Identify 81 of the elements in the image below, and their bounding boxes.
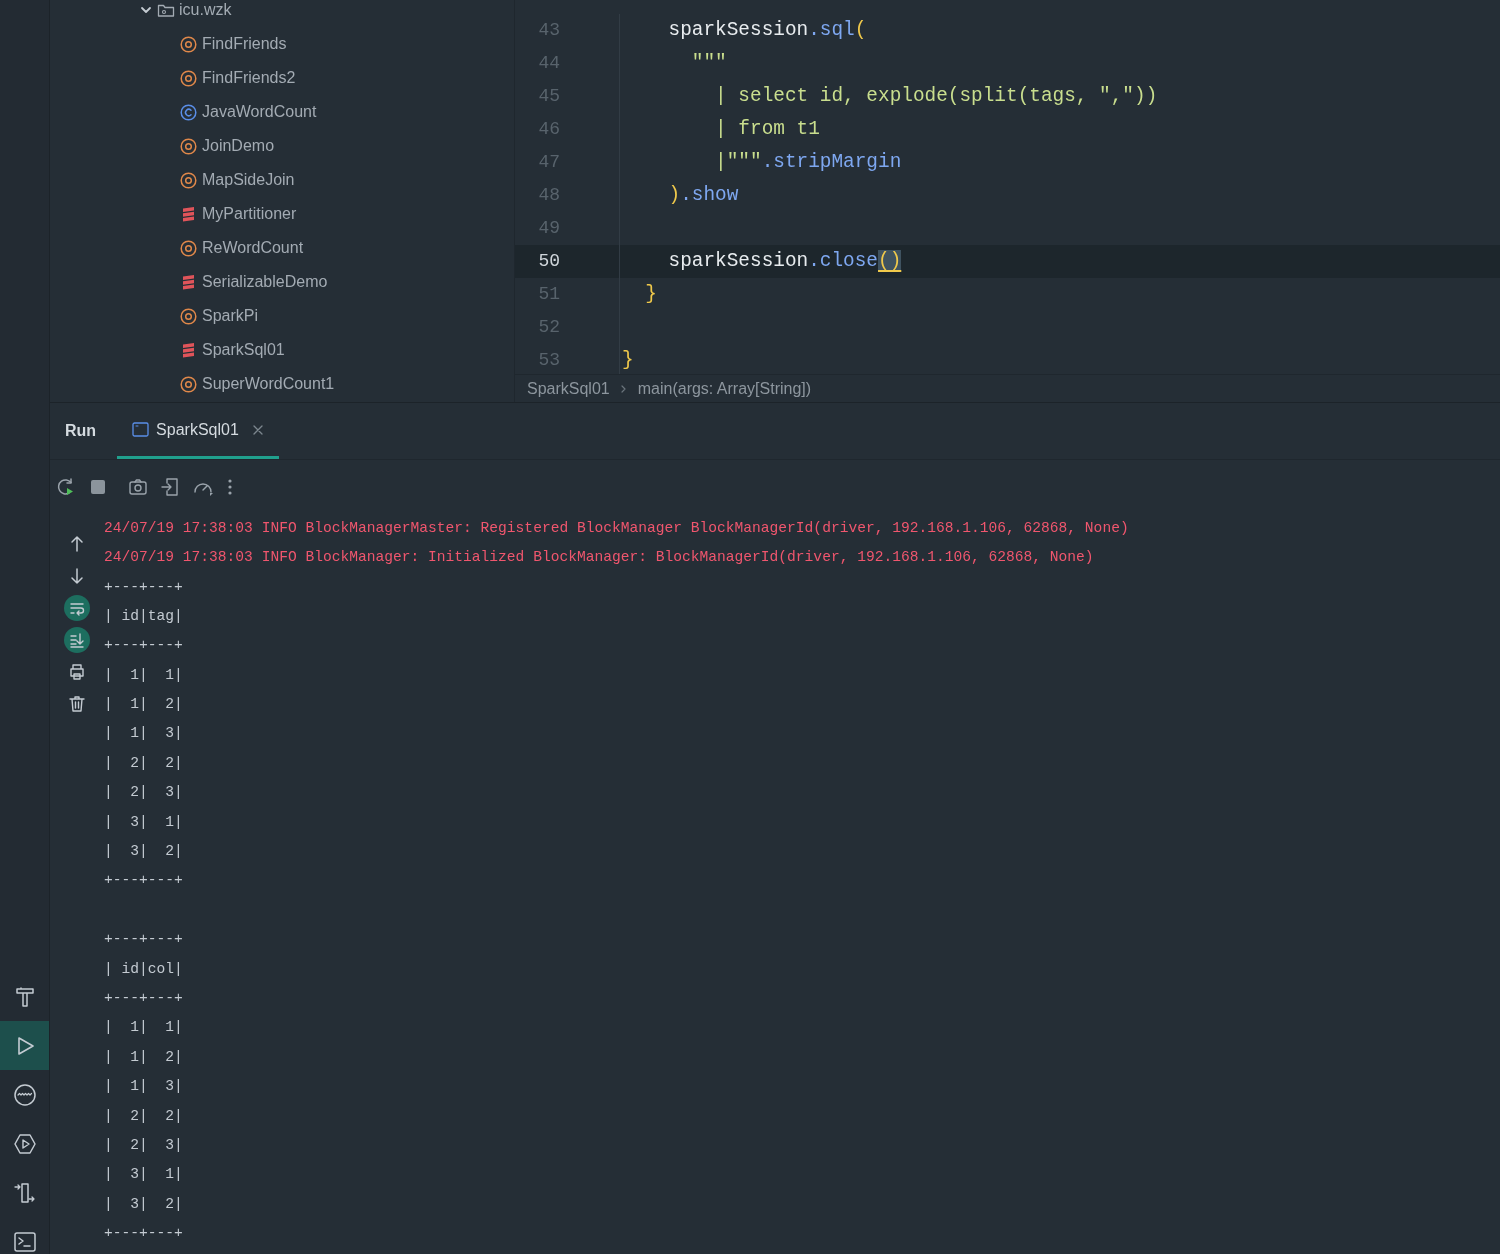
output-line: | 1| 3| [104,1077,183,1097]
object-icon [180,307,197,325]
code-line: |""".stripMargin [714,149,902,175]
output-line: | id|tag| [104,606,183,626]
printer-icon [67,662,87,682]
output-line: | 2| 2| [104,753,183,773]
camera-icon [128,477,148,497]
output-line: | 1| 1| [104,665,183,685]
rerun-icon [56,477,76,497]
trash-icon [67,694,87,714]
wave-circle-icon [12,1082,37,1107]
class-icon [180,103,197,121]
code-line: sparkSession.close() [667,248,902,274]
tree-item[interactable]: FindFriends [50,27,514,61]
panel-title: Run [64,421,98,441]
output-line: | 2| 3| [104,783,183,803]
line-number: 50 [537,250,560,273]
stop-icon [88,477,108,497]
code-line: ).show [667,182,739,208]
tree-item[interactable]: MyPartitioner [50,197,514,231]
object-icon [180,137,197,155]
code-line: } [644,281,657,307]
output-line: | 1| 2| [104,695,183,715]
output-line: | 3| 2| [104,1194,183,1214]
output-line: +---+---+ [104,871,183,891]
code-line: sparkSession.sql( [667,17,867,43]
object-icon [180,171,197,189]
tree-item[interactable]: SparkSql01 [50,333,514,367]
more-icon [226,477,234,497]
log-line: 24/07/19 17:38:03 INFO BlockManagerMaster: Registered BlockManager BlockManagerId(driver, 192.168.1.106, 62868, None) [104,518,1129,538]
code-line: } [622,347,634,373]
scala-file-icon [180,341,197,359]
chevron-right-icon [619,383,628,394]
terminal-icon [12,1229,37,1254]
output-line: +---+---+ [104,577,183,597]
output-line: | 2| 2| [104,1106,183,1126]
output-line: | 1| 2| [104,1047,183,1067]
soft-wrap-button[interactable] [64,595,90,621]
tree-item[interactable]: SerializableDemo [50,265,514,299]
close-icon [251,423,264,436]
object-icon [180,69,197,87]
tree-item[interactable]: JoinDemo [50,129,514,163]
scroll-to-end-button[interactable] [64,627,90,653]
output-line: +---+---+ [104,1224,183,1244]
output-line: +---+---+ [104,636,183,656]
object-icon [180,239,197,257]
push-arrows-icon [12,1180,37,1205]
scala-file-icon [180,205,197,223]
output-line: | 3| 1| [104,1165,183,1185]
output-line: +---+---+ [104,930,183,950]
output-line: +---+---+ [104,989,183,1008]
scroll-to-end-icon [67,630,87,650]
output-line: | 2| 3| [104,1135,183,1155]
hexagon-play-icon [12,1131,37,1156]
output-line: | 1| 1| [104,1018,183,1038]
breadcrumb-item[interactable]: SparkSql01 [527,376,610,401]
object-icon [180,375,197,393]
log-line: 24/07/19 17:38:03 INFO BlockManager: Initialized BlockManager: BlockManagerId(driver, 192.168.1.106, 62868, None) [104,548,1094,568]
tree-item[interactable]: SparkPi [50,299,514,333]
folder-label: icu.wzk [179,0,232,20]
output-line: | id|col| [104,959,183,979]
tree-item[interactable]: FindFriends2 [50,61,514,95]
code-line: | from t1 [714,116,820,142]
tree-item[interactable]: ReWordCount [50,231,514,265]
tree-item[interactable]: JavaWordCount [50,95,514,129]
code-line: """ [690,50,727,76]
breadcrumb-item[interactable]: main(args: Array[String]) [637,376,812,401]
exit-icon [160,477,180,497]
run-tab[interactable]: SparkSql01 [117,403,279,459]
output-line: | 3| 2| [104,842,183,862]
console-icon [132,422,150,437]
run-tool-button[interactable] [0,1021,49,1070]
scala-file-icon [180,273,197,291]
code-line: | select id, explode(split(tags, ",")) [714,83,1158,109]
folder-icon [157,2,175,18]
output-line: | 1| 3| [104,724,183,744]
object-icon [180,35,197,53]
output-line: | 3| 1| [104,812,183,832]
tree-folder-row[interactable]: icu.wzk [50,0,514,27]
tree-item[interactable]: SuperWordCount1 [50,367,514,401]
tree-item[interactable]: MapSideJoin [50,163,514,197]
